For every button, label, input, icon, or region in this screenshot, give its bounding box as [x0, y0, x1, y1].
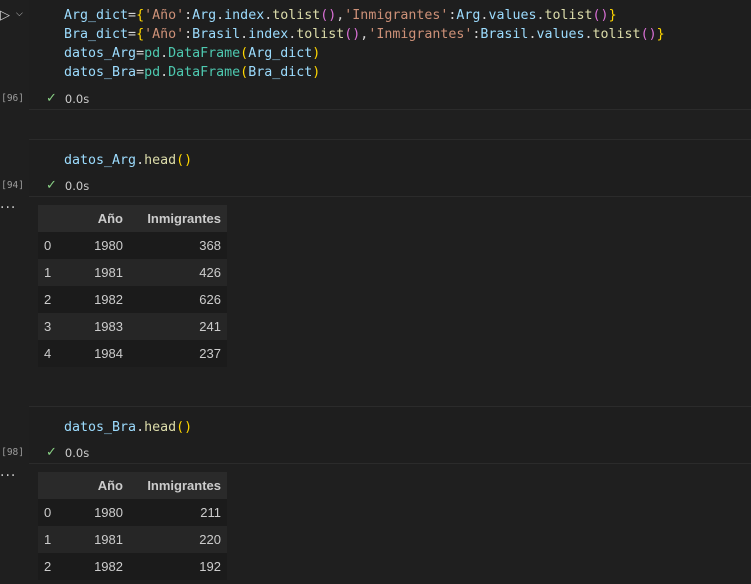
cell-immigrants: 211 — [129, 499, 227, 526]
chevron-down-icon[interactable]: ⌵ — [16, 9, 23, 19]
cell-immigrants: 220 — [129, 526, 227, 553]
check-icon: ✓ — [46, 91, 57, 106]
code-line: datos_Bra=pd.DataFrame(Bra_dict) — [64, 65, 321, 80]
row-index: 2 — [38, 286, 72, 313]
column-header-year: Año — [72, 472, 129, 499]
execution-count: [96] — [1, 93, 24, 104]
more-icon[interactable]: ··· — [0, 468, 16, 484]
table-row: 1 1981 426 — [38, 259, 227, 286]
cell-year: 1981 — [72, 526, 129, 553]
index-header — [38, 472, 72, 499]
code-line: Arg_dict={'Año':Arg.index.tolist(),'Inmi… — [64, 8, 617, 23]
cell-year: 1982 — [72, 553, 129, 580]
code-line: datos_Arg=pd.DataFrame(Arg_dict) — [64, 46, 321, 61]
cell-immigrants: 241 — [129, 313, 227, 340]
code-cell-2[interactable]: datos_Arg.head() — [29, 139, 751, 197]
cell-year: 1983 — [72, 313, 129, 340]
column-header-immigrants: Inmigrantes — [129, 205, 227, 232]
row-index: 1 — [38, 259, 72, 286]
table-header-row: Año Inmigrantes — [38, 472, 227, 499]
check-icon: ✓ — [46, 178, 57, 193]
cell-immigrants: 237 — [129, 340, 227, 367]
row-index: 4 — [38, 340, 72, 367]
cell-immigrants: 626 — [129, 286, 227, 313]
cell-immigrants: 426 — [129, 259, 227, 286]
execution-count: [98] — [1, 447, 24, 458]
table-row: 1 1981 220 — [38, 526, 227, 553]
code-line: datos_Bra.head() — [64, 420, 193, 435]
table-header-row: Año Inmigrantes — [38, 205, 227, 232]
table-row: 4 1984 237 — [38, 340, 227, 367]
cell-immigrants: 192 — [129, 553, 227, 580]
row-index: 3 — [38, 313, 72, 340]
dataframe-output-bra: Año Inmigrantes 0 1980 211 1 1981 220 2 … — [38, 472, 227, 580]
execution-time: 0.0s — [64, 91, 90, 106]
row-index: 0 — [38, 232, 72, 259]
table-row: 0 1980 211 — [38, 499, 227, 526]
execution-time: 0.0s — [64, 178, 90, 193]
code-editor-2[interactable]: datos_Arg.head() — [29, 151, 751, 170]
table-row: 0 1980 368 — [38, 232, 227, 259]
column-header-year: Año — [72, 205, 129, 232]
table-row: 2 1982 192 — [38, 553, 227, 580]
table-row: 3 1983 241 — [38, 313, 227, 340]
code-editor-1[interactable]: Arg_dict={'Año':Arg.index.tolist(),'Inmi… — [29, 6, 751, 82]
code-cell-1[interactable]: Arg_dict={'Año':Arg.index.tolist(),'Inmi… — [29, 0, 751, 110]
execution-count: [94] — [1, 180, 24, 191]
cell-status: ✓ 0.0s — [46, 178, 89, 193]
cell-immigrants: 368 — [129, 232, 227, 259]
cell-year: 1982 — [72, 286, 129, 313]
cell-status: ✓ 0.0s — [46, 91, 89, 106]
code-line: Bra_dict={'Año':Brasil.index.tolist(),'I… — [64, 27, 665, 42]
more-icon[interactable]: ··· — [0, 200, 16, 216]
dataframe-output-arg: Año Inmigrantes 0 1980 368 1 1981 426 2 … — [38, 205, 227, 367]
column-header-immigrants: Inmigrantes — [129, 472, 227, 499]
table-row: 2 1982 626 — [38, 286, 227, 313]
cell-year: 1980 — [72, 232, 129, 259]
row-index: 2 — [38, 553, 72, 580]
code-cell-3[interactable]: datos_Bra.head() — [29, 406, 751, 464]
execution-time: 0.0s — [64, 445, 90, 460]
row-index: 0 — [38, 499, 72, 526]
row-index: 1 — [38, 526, 72, 553]
run-cell-icon[interactable]: ▷ — [0, 8, 10, 23]
cell-year: 1980 — [72, 499, 129, 526]
check-icon: ✓ — [46, 445, 57, 460]
cell-year: 1981 — [72, 259, 129, 286]
code-editor-3[interactable]: datos_Bra.head() — [29, 418, 751, 437]
code-line: datos_Arg.head() — [64, 153, 193, 168]
cell-year: 1984 — [72, 340, 129, 367]
cell-status: ✓ 0.0s — [46, 445, 89, 460]
index-header — [38, 205, 72, 232]
